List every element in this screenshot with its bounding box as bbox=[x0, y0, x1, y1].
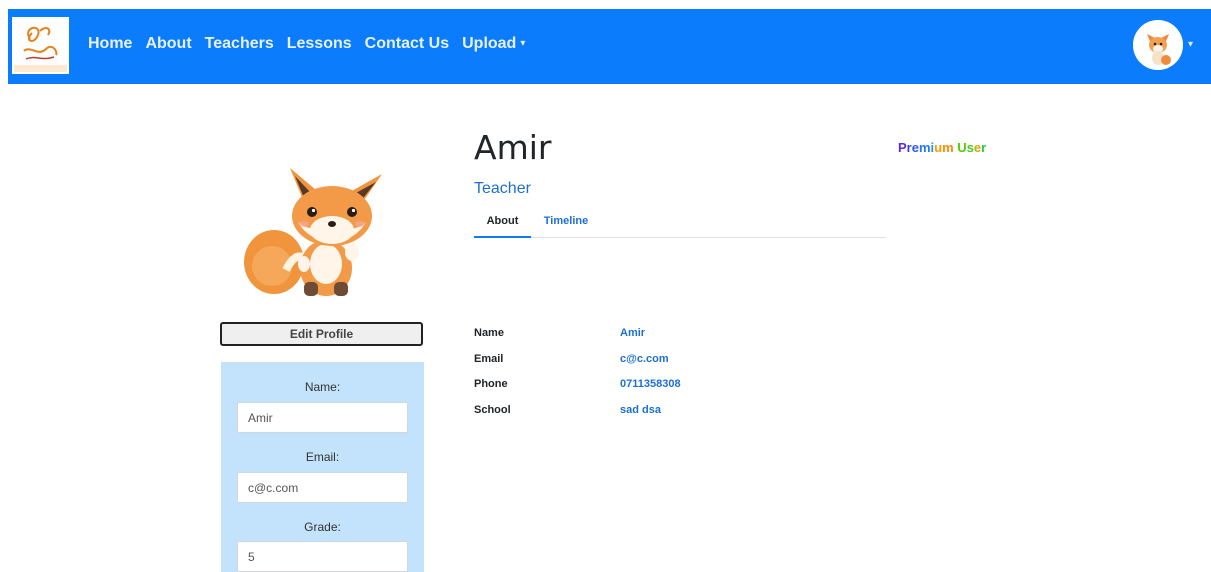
edit-profile-button[interactable]: Edit Profile bbox=[220, 322, 423, 346]
grade-field[interactable] bbox=[237, 541, 408, 572]
nav-lessons[interactable]: Lessons bbox=[287, 35, 352, 53]
nav-links: Home About Teachers Lessons Contact Us U… bbox=[88, 35, 538, 53]
profile-role: Teacher bbox=[474, 180, 531, 197]
premium-letter: e bbox=[911, 140, 919, 155]
nav-upload-dropdown[interactable]: Upload ▾ bbox=[462, 35, 525, 53]
name-label: Name: bbox=[304, 380, 341, 394]
profile-tabs: About Timeline bbox=[474, 206, 886, 238]
nenasala-logo-icon bbox=[12, 17, 69, 74]
nav-upload-label: Upload bbox=[462, 35, 517, 52]
email-label: Email: bbox=[305, 450, 340, 464]
nav-contact-us[interactable]: Contact Us bbox=[365, 35, 449, 53]
premium-letter: u bbox=[934, 140, 943, 155]
profile-picture bbox=[232, 150, 392, 305]
detail-name-label: Name bbox=[474, 327, 504, 339]
nav-about[interactable]: About bbox=[145, 35, 191, 53]
user-avatar[interactable] bbox=[1133, 20, 1183, 70]
premium-letter: r bbox=[981, 140, 987, 155]
navbar: Home About Teachers Lessons Contact Us U… bbox=[8, 9, 1211, 84]
site-logo[interactable] bbox=[12, 17, 69, 74]
tab-about[interactable]: About bbox=[474, 206, 531, 238]
detail-school-value: sad dsa bbox=[620, 404, 661, 416]
profile-name: Amir bbox=[474, 128, 552, 167]
premium-letter: s bbox=[966, 140, 974, 155]
premium-letter: m bbox=[942, 140, 954, 155]
detail-phone-label: Phone bbox=[474, 378, 508, 390]
premium-letter: U bbox=[957, 140, 967, 155]
tab-timeline[interactable]: Timeline bbox=[531, 206, 601, 236]
detail-name-value: Amir bbox=[620, 327, 646, 339]
chevron-down-icon: ▾ bbox=[520, 38, 526, 49]
email-field[interactable] bbox=[237, 472, 408, 503]
premium-letter: P bbox=[898, 140, 907, 155]
nav-home[interactable]: Home bbox=[88, 35, 132, 53]
detail-school-label: School bbox=[474, 404, 511, 416]
detail-phone-value: 0711358308 bbox=[620, 378, 681, 390]
fox-avatar-icon bbox=[1133, 20, 1183, 70]
premium-letter: m bbox=[918, 140, 931, 155]
fox-illustration bbox=[244, 168, 382, 296]
grade-label: Grade: bbox=[304, 520, 341, 534]
name-field[interactable] bbox=[237, 402, 408, 433]
detail-email-label: Email bbox=[474, 353, 504, 365]
premium-user-badge: Premium User bbox=[898, 140, 986, 155]
profile-edit-form: Name: Email: Grade: bbox=[221, 362, 424, 572]
nav-teachers[interactable]: Teachers bbox=[205, 35, 274, 53]
chevron-down-icon[interactable]: ▾ bbox=[1188, 39, 1193, 50]
detail-email-value: c@c.com bbox=[620, 353, 669, 365]
